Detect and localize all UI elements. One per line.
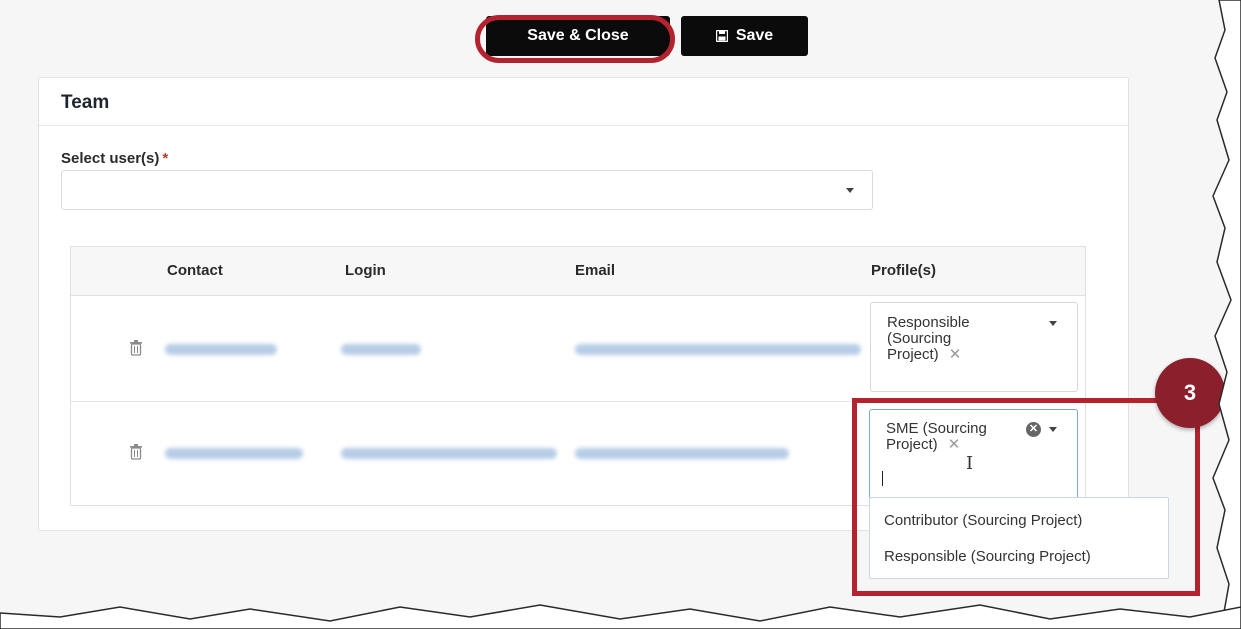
profile-tag-label: SME (Sourcing Project) <box>886 420 987 453</box>
mouse-ibeam-cursor: I <box>966 453 974 474</box>
save-and-close-label: Save & Close <box>527 27 629 44</box>
save-button[interactable]: Save <box>681 16 808 56</box>
page-background: Save & Close Save Team Select user(s) * C… <box>0 0 1241 629</box>
login-blurred <box>341 344 421 355</box>
contact-name-blurred <box>165 344 277 355</box>
dropdown-option-responsible[interactable]: Responsible (Sourcing Project) <box>884 548 1091 565</box>
trash-icon[interactable] <box>129 444 143 460</box>
profile-options-dropdown: Contributor (Sourcing Project) Responsib… <box>869 497 1169 579</box>
panel-title: Team <box>61 92 110 113</box>
save-and-close-button[interactable]: Save & Close <box>486 16 670 56</box>
select-users-label-text: Select user(s) <box>61 150 160 167</box>
text-cursor <box>882 471 883 486</box>
torn-edge-right <box>1212 0 1241 629</box>
panel-divider <box>39 125 1128 126</box>
column-header-email: Email <box>575 262 616 279</box>
dropdown-option-contributor[interactable]: Contributor (Sourcing Project) <box>884 512 1082 529</box>
login-blurred <box>341 448 557 459</box>
floppy-disk-icon <box>715 30 728 42</box>
chevron-down-icon <box>846 188 854 193</box>
column-header-contact: Contact <box>167 262 223 279</box>
profile-tag: Responsible (Sourcing Project) ✕ <box>887 315 1022 363</box>
column-header-profiles: Profile(s) <box>871 262 937 279</box>
select-users-label: Select user(s) * <box>61 150 168 167</box>
table-header: Contact Login Email Profile(s) <box>71 247 1085 296</box>
profile-select-row-1[interactable]: Responsible (Sourcing Project) ✕ <box>870 302 1078 392</box>
save-label: Save <box>735 27 774 44</box>
select-users-dropdown[interactable] <box>61 170 873 210</box>
remove-tag-icon[interactable]: ✕ <box>949 346 962 363</box>
profile-select-row-2[interactable]: SME (Sourcing Project) ✕ ✕ I <box>869 409 1078 499</box>
email-blurred <box>575 448 789 459</box>
chevron-down-icon <box>1049 321 1057 326</box>
remove-tag-icon[interactable]: ✕ <box>948 436 961 453</box>
profile-tag: SME (Sourcing Project) ✕ <box>886 421 1026 453</box>
contact-name-blurred <box>165 448 303 459</box>
email-blurred <box>575 344 861 355</box>
required-asterisk: * <box>162 150 169 167</box>
trash-icon[interactable] <box>129 340 143 356</box>
table-row: Responsible (Sourcing Project) ✕ <box>71 296 1085 402</box>
chevron-down-icon <box>1049 427 1057 432</box>
torn-edge-bottom <box>0 604 1241 629</box>
column-header-login: Login <box>345 262 386 279</box>
clear-selection-icon[interactable]: ✕ <box>1026 422 1041 437</box>
